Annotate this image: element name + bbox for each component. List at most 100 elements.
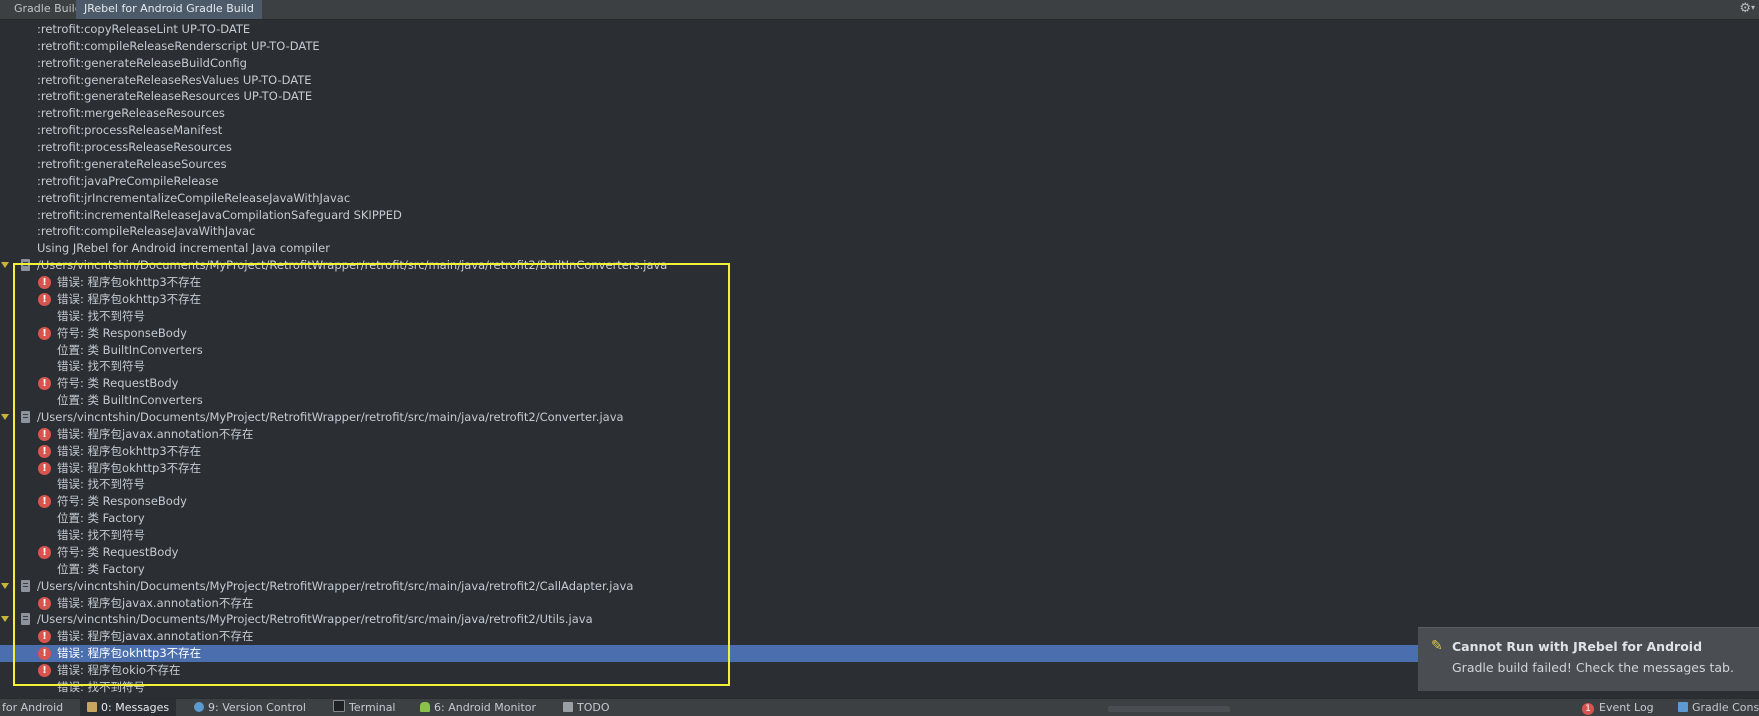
version-control-icon: [194, 702, 204, 712]
log-line-text: 错误: 找不到符号: [57, 528, 146, 543]
log-line-text: /Users/vincntshin/Documents/MyProject/Re…: [37, 612, 593, 627]
error-message[interactable]: ! 错误: 程序包javax.annotation不存在: [0, 595, 1759, 612]
log-line-text: 错误: 程序包okhttp3不存在: [57, 291, 202, 306]
log-line-text: 符号: 类 RequestBody: [57, 376, 179, 391]
notification-message: Gradle build failed! Check the messages …: [1452, 660, 1734, 675]
error-message[interactable]: ! 错误: 程序包okhttp3不存在: [0, 274, 1759, 291]
log-line-text: 错误: 找不到符号: [57, 308, 146, 323]
log-line[interactable]: :retrofit:processReleaseManifest: [0, 122, 1759, 139]
tool-window-bar: for Android 0: Messages 9: Version Contr…: [0, 698, 1759, 716]
error-icon: !: [38, 545, 51, 559]
log-line[interactable]: :retrofit:copyReleaseLint UP-TO-DATE: [0, 21, 1759, 38]
log-line-text: 错误: 程序包javax.annotation不存在: [57, 629, 254, 644]
log-line[interactable]: 错误: 找不到符号: [0, 308, 1759, 325]
error-message[interactable]: ! 符号: 类 RequestBody: [0, 375, 1759, 392]
notification-title: Cannot Run with JRebel for Android: [1452, 639, 1703, 654]
tool-tab-android[interactable]: for Android: [2, 699, 63, 716]
log-line[interactable]: :retrofit:generateReleaseSources: [0, 156, 1759, 173]
log-line[interactable]: :retrofit:javaPreCompileRelease: [0, 173, 1759, 190]
log-line[interactable]: :retrofit:incrementalReleaseJavaCompilat…: [0, 207, 1759, 224]
error-message[interactable]: ! 符号: 类 ResponseBody: [0, 325, 1759, 342]
log-line-text: :retrofit:processReleaseResources: [37, 140, 232, 155]
log-line-text: :retrofit:javaPreCompileRelease: [37, 173, 219, 188]
log-line[interactable]: :retrofit:jrIncrementalizeCompileRelease…: [0, 190, 1759, 207]
log-line[interactable]: :retrofit:generateReleaseResValues UP-TO…: [0, 72, 1759, 89]
error-icon: !: [38, 647, 51, 661]
settings-button[interactable]: ⚙▾: [1739, 1, 1755, 16]
error-message[interactable]: ! 错误: 程序包okhttp3不存在: [0, 291, 1759, 308]
log-line-text: 位置: 类 BuiltInConverters: [57, 393, 203, 408]
log-line-text: :retrofit:compileReleaseJavaWithJavac: [37, 224, 256, 239]
expand-triangle-icon[interactable]: [1, 414, 9, 420]
log-line[interactable]: 错误: 找不到符号: [0, 476, 1759, 493]
log-line[interactable]: 错误: 找不到符号: [0, 358, 1759, 375]
log-line-text: 错误: 程序包okhttp3不存在: [57, 275, 202, 290]
log-line[interactable]: 位置: 类 BuiltInConverters: [0, 342, 1759, 359]
log-line[interactable]: :retrofit:processReleaseResources: [0, 139, 1759, 156]
tool-tab-messages[interactable]: 0: Messages: [80, 699, 177, 716]
log-line-text: 错误: 程序包javax.annotation不存在: [57, 595, 254, 610]
error-icon: !: [38, 326, 51, 340]
log-line[interactable]: :retrofit:generateReleaseBuildConfig: [0, 55, 1759, 72]
file-node[interactable]: /Users/vincntshin/Documents/MyProject/Re…: [0, 409, 1759, 426]
log-line[interactable]: 位置: 类 Factory: [0, 510, 1759, 527]
error-message[interactable]: ! 错误: 程序包javax.annotation不存在: [0, 426, 1759, 443]
error-message[interactable]: ! 符号: 类 ResponseBody: [0, 493, 1759, 510]
expand-triangle-icon[interactable]: [1, 582, 9, 589]
jrebel-icon: ✎: [1431, 638, 1443, 654]
error-message[interactable]: ! 错误: 程序包okhttp3不存在: [0, 460, 1759, 477]
log-line[interactable]: Using JRebel for Android incremental Jav…: [0, 240, 1759, 257]
error-icon: !: [38, 664, 51, 678]
file-node[interactable]: /Users/vincntshin/Documents/MyProject/Re…: [0, 611, 1759, 628]
log-line[interactable]: :retrofit:generateReleaseResources UP-TO…: [0, 88, 1759, 105]
log-line[interactable]: :retrofit:compileReleaseRenderscript UP-…: [0, 38, 1759, 55]
log-line[interactable]: :retrofit:mergeReleaseResources: [0, 105, 1759, 122]
expand-triangle-icon[interactable]: [1, 262, 9, 269]
log-line-text: :retrofit:generateReleaseResValues UP-TO…: [37, 72, 312, 87]
log-line[interactable]: 位置: 类 Factory: [0, 561, 1759, 578]
error-icon: !: [38, 495, 51, 509]
log-line[interactable]: :retrofit:compileReleaseJavaWithJavac: [0, 223, 1759, 240]
gradle-console-button[interactable]: Gradle Cons: [1678, 699, 1759, 716]
error-icon: !: [38, 276, 51, 290]
log-line-text: :retrofit:jrIncrementalizeCompileRelease…: [37, 190, 351, 205]
expand-triangle-icon[interactable]: [1, 616, 9, 623]
log-line-text: 错误: 程序包okio不存在: [57, 663, 181, 678]
log-line-text: :retrofit:incrementalReleaseJavaCompilat…: [37, 207, 402, 222]
todo-icon: [563, 702, 573, 712]
log-line-text: 错误: 程序包okhttp3不存在: [57, 646, 202, 661]
log-line[interactable]: 错误: 找不到符号: [0, 527, 1759, 544]
log-line-text: 错误: 找不到符号: [57, 679, 146, 694]
tab-jrebel-gradle-build[interactable]: JRebel for Android Gradle Build: [76, 0, 262, 19]
error-icon: !: [38, 292, 51, 306]
log-line-text: Using JRebel for Android incremental Jav…: [37, 241, 330, 256]
error-message[interactable]: ! 符号: 类 RequestBody: [0, 544, 1759, 561]
error-icon: !: [38, 461, 51, 475]
build-log[interactable]: :retrofit:copyReleaseLint UP-TO-DATE :ret…: [0, 20, 1759, 700]
log-line-text: :retrofit:copyReleaseLint UP-TO-DATE: [37, 22, 251, 36]
log-line[interactable]: 位置: 类 BuiltInConverters: [0, 392, 1759, 409]
log-line-text: 符号: 类 ResponseBody: [57, 325, 187, 340]
log-line-text: /Users/vincntshin/Documents/MyProject/Re…: [37, 410, 624, 424]
log-line-text: 符号: 类 ResponseBody: [57, 494, 187, 509]
tool-tab-terminal[interactable]: Terminal: [333, 699, 396, 716]
file-node[interactable]: /Users/vincntshin/Documents/MyProject/Re…: [0, 257, 1759, 274]
log-line-text: 位置: 类 Factory: [57, 561, 145, 576]
file-node[interactable]: /Users/vincntshin/Documents/MyProject/Re…: [0, 578, 1759, 595]
error-message[interactable]: ! 错误: 程序包okhttp3不存在: [0, 443, 1759, 460]
terminal-icon: [333, 700, 345, 712]
horizontal-scrollbar[interactable]: [1108, 706, 1230, 712]
notification-balloon[interactable]: ✎ Cannot Run with JRebel for Android Gra…: [1418, 627, 1759, 691]
log-line-text: :retrofit:generateReleaseSources: [37, 156, 227, 171]
log-line-text: 错误: 找不到符号: [57, 477, 146, 492]
event-log-button[interactable]: 1 Event Log: [1582, 699, 1654, 716]
tool-tab-todo[interactable]: TODO: [563, 699, 610, 716]
tool-tab-version-control[interactable]: 9: Version Control: [194, 699, 306, 716]
log-line-text: 位置: 类 BuiltInConverters: [57, 342, 203, 357]
log-line-text: 错误: 程序包javax.annotation不存在: [57, 426, 254, 441]
log-line-text: /Users/vincntshin/Documents/MyProject/Re…: [37, 578, 634, 593]
error-icon: !: [38, 596, 51, 610]
tool-tab-android-monitor[interactable]: 6: Android Monitor: [420, 699, 536, 716]
tool-window-tab-bar: Gradle Build JRebel for Android Gradle B…: [0, 0, 1759, 20]
java-file-icon: [21, 613, 30, 626]
